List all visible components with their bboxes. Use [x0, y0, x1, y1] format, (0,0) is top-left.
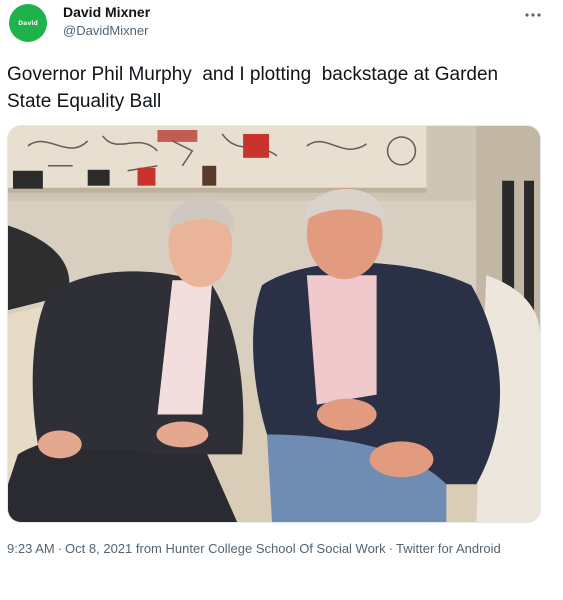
avatar-label: David [18, 19, 38, 27]
meta-separator: · [388, 541, 393, 556]
tweet-text: Governor Phil Murphy and I plotting back… [7, 64, 504, 112]
tweet-timestamp[interactable]: 9:23 AM [7, 541, 55, 556]
more-options-button[interactable] [519, 2, 547, 22]
meta-separator: · [57, 541, 63, 556]
tweet-meta: 9:23 AM · Oct 8, 2021 from Hunter College … [7, 539, 542, 559]
avatar[interactable]: David [9, 4, 47, 42]
meta-from: from [135, 541, 162, 556]
photo-image [8, 126, 540, 522]
tweet-photo[interactable] [7, 125, 541, 523]
author-name[interactable]: David Mixner [63, 4, 150, 20]
more-icon [525, 4, 541, 20]
tweet-card: David David Mixner @DavidMixner Governor… [0, 0, 563, 600]
author-handle[interactable]: @DavidMixner [63, 23, 148, 38]
tweet-date[interactable]: Oct 8, 2021 [65, 541, 132, 556]
tweet-source[interactable]: Twitter for Android [396, 541, 501, 556]
tweet-location[interactable]: Hunter College School Of Social Work [166, 541, 386, 556]
